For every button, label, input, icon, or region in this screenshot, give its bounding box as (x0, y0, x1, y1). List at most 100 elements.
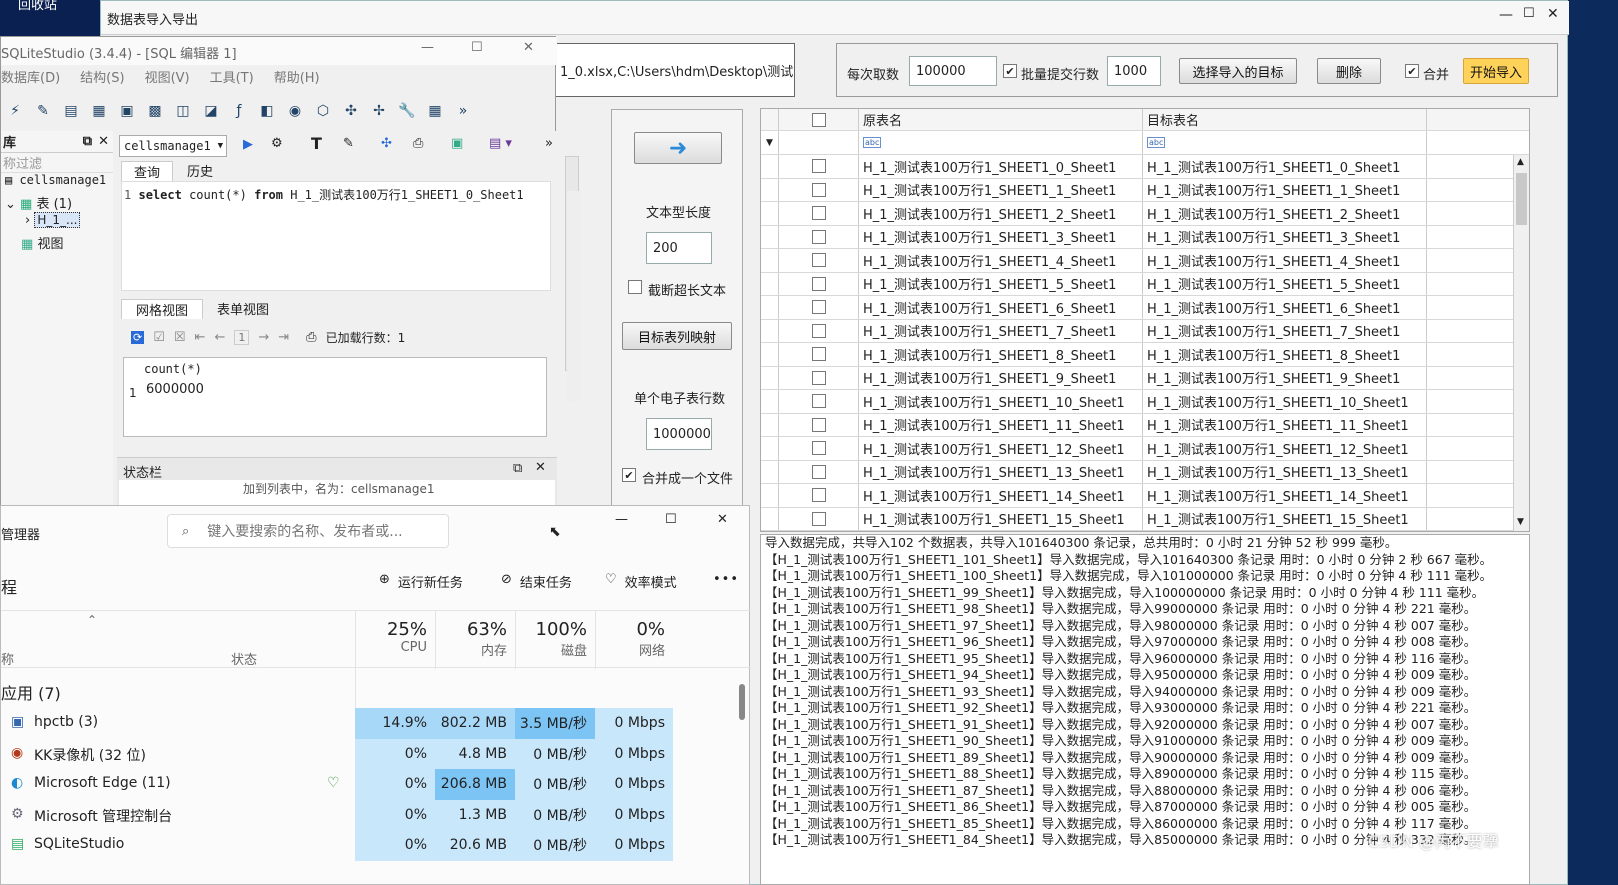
refresh-icon[interactable]: ⟳ (131, 330, 145, 344)
collation-icon[interactable]: ◧ (253, 98, 281, 124)
process-row[interactable]: ⚙ Microsoft 管理控制台 0% 1.3 MB 0 MB/秒 0 Mbps (1, 799, 751, 830)
close-icon[interactable]: ✕ (717, 512, 728, 527)
source-table-cell[interactable]: H_1_测试表100万行1_SHEET1_15_Sheet1 (859, 507, 1143, 530)
source-table-cell[interactable]: H_1_测试表100万行1_SHEET1_4_Sheet1 (859, 249, 1143, 272)
scroll-thumb[interactable] (1516, 173, 1527, 225)
page-number[interactable]: 1 (234, 329, 250, 345)
maximize-icon[interactable]: ☐ (665, 512, 677, 527)
minimize-icon[interactable]: — (615, 512, 628, 527)
run-task-button[interactable]: ⊕ 运行新任务 (379, 572, 463, 591)
target-table-cell[interactable]: H_1_测试表100万行1_SHEET1_3_Sheet1 (1143, 225, 1427, 248)
target-table-cell[interactable]: H_1_测试表100万行1_SHEET1_15_Sheet1 (1143, 507, 1427, 530)
merge-file-checkbox[interactable]: ✔ (622, 468, 636, 482)
source-table-cell[interactable]: H_1_测试表100万行1_SHEET1_5_Sheet1 (859, 272, 1143, 295)
tree-views[interactable]: ▦ 视图 (1, 233, 113, 253)
close-icon[interactable]: ✕ (535, 460, 546, 475)
source-table-cell[interactable]: H_1_测试表100万行1_SHEET1_9_Sheet1 (859, 366, 1143, 389)
row-checkbox[interactable] (811, 276, 826, 291)
minimize-icon[interactable]: — (421, 40, 434, 55)
index-icon[interactable]: ◪ (197, 98, 225, 124)
menu-help[interactable]: 帮助(H) (274, 67, 320, 89)
row-checkbox[interactable] (811, 464, 826, 479)
table-row[interactable]: H_1_测试表100万行1_SHEET1_11_Sheet1 H_1_测试表100… (761, 413, 1529, 437)
text-length-input[interactable]: 200 (646, 232, 712, 264)
filter-icon[interactable]: ▼ (761, 131, 779, 154)
sql-editor[interactable]: 1 select count(*) from H_1_测试表100万行1_SHE… (121, 181, 551, 291)
tm-scrollbar[interactable] (739, 684, 745, 720)
target-table-cell[interactable]: H_1_测试表100万行1_SHEET1_12_Sheet1 (1143, 437, 1427, 460)
prev-page-icon[interactable]: ← (214, 330, 225, 345)
result-column-header[interactable]: count(*) (144, 362, 202, 376)
table-row[interactable]: H_1_测试表100万行1_SHEET1_3_Sheet1 H_1_测试表100万… (761, 225, 1529, 249)
col-name[interactable]: 称 (1, 649, 14, 668)
execute-icon[interactable]: ▶ (243, 137, 253, 152)
source-table-cell[interactable]: H_1_测试表100万行1_SHEET1_12_Sheet1 (859, 437, 1143, 460)
extension-icon[interactable]: ◉ (281, 98, 309, 124)
source-table-cell[interactable]: H_1_测试表100万行1_SHEET1_13_Sheet1 (859, 460, 1143, 483)
text-filter-icon[interactable]: abc (863, 137, 882, 148)
tab-form-view[interactable]: 表单视图 (203, 299, 283, 319)
cascade-icon[interactable]: ✢ (365, 98, 393, 124)
table-row[interactable]: H_1_测试表100万行1_SHEET1_2_Sheet1 H_1_测试表100万… (761, 202, 1529, 226)
table-row[interactable]: H_1_测试表100万行1_SHEET1_1_Sheet1 H_1_测试表100万… (761, 178, 1529, 202)
group-row[interactable]: 应用 (7) (1, 668, 751, 708)
maximize-icon[interactable]: ☐ (1523, 6, 1535, 21)
format-icon[interactable]: T (311, 134, 322, 153)
select-all-checkbox[interactable] (811, 112, 826, 127)
table-row[interactable]: H_1_测试表100万行1_SHEET1_15_Sheet1 H_1_测试表100… (761, 507, 1529, 531)
more-options-button[interactable]: ••• (713, 572, 739, 587)
export-icon[interactable]: ▣ (451, 136, 463, 151)
end-task-button[interactable]: ⊘ 结束任务 (501, 572, 572, 591)
col-network[interactable]: 0% 网络 (595, 611, 673, 669)
print-icon[interactable]: ⎙ (413, 136, 423, 151)
row-checkbox[interactable] (811, 394, 826, 409)
column-mapping-button[interactable]: 目标表列映射 (622, 322, 732, 350)
target-table-cell[interactable]: H_1_测试表100万行1_SHEET1_7_Sheet1 (1143, 319, 1427, 342)
table-row[interactable]: H_1_测试表100万行1_SHEET1_8_Sheet1 H_1_测试表100万… (761, 343, 1529, 367)
table-row[interactable]: H_1_测试表100万行1_SHEET1_14_Sheet1 H_1_测试表100… (761, 484, 1529, 508)
target-table-cell[interactable]: H_1_测试表100万行1_SHEET1_0_Sheet1 (1143, 155, 1427, 178)
file-path-input[interactable]: 1_0.xlsx,C:\Users\hdm\Desktop\测试数 (553, 43, 795, 97)
row-checkbox[interactable] (811, 441, 826, 456)
db-tree-item[interactable]: ▤ cellsmanage1 (1, 173, 113, 193)
db-add-icon[interactable]: ▤ (57, 98, 85, 124)
tab-query[interactable]: 查询 (121, 161, 174, 181)
col-cpu[interactable]: 25% CPU (355, 611, 435, 669)
batch-size-input[interactable]: 1000 (1107, 56, 1161, 86)
rows-per-sheet-input[interactable]: 1000000 (646, 418, 712, 450)
tree-tables[interactable]: ⌄ ▦ 表 (1) (1, 193, 113, 213)
save-icon[interactable]: ▤ ▾ (489, 136, 512, 151)
layout-icon[interactable]: ▦ (421, 98, 449, 124)
tree-table-item[interactable]: › H_1_... (1, 212, 113, 233)
process-row[interactable]: ▤ SQLiteStudio 0% 20.6 MB 0 MB/秒 0 Mbps (1, 830, 751, 861)
source-table-cell[interactable]: H_1_测试表100万行1_SHEET1_3_Sheet1 (859, 225, 1143, 248)
db-select[interactable]: cellsmanage1 ▼ (119, 135, 227, 157)
close-icon[interactable]: ✕ (1547, 6, 1559, 22)
row-checkbox[interactable] (811, 253, 826, 268)
row-checkbox[interactable] (811, 488, 826, 503)
table-row[interactable]: H_1_测试表100万行1_SHEET1_0_Sheet1 H_1_测试表100万… (761, 155, 1529, 179)
float-icon[interactable]: ⧉ (83, 134, 92, 149)
target-table-cell[interactable]: H_1_测试表100万行1_SHEET1_2_Sheet1 (1143, 202, 1427, 225)
float-icon[interactable]: ⧉ (513, 461, 522, 476)
col-memory[interactable]: 63% 内存 (435, 611, 515, 669)
table-row[interactable]: H_1_测试表100万行1_SHEET1_10_Sheet1 H_1_测试表100… (761, 390, 1529, 414)
table-row[interactable]: H_1_测试表100万行1_SHEET1_5_Sheet1 H_1_测试表100万… (761, 272, 1529, 296)
source-table-cell[interactable]: H_1_测试表100万行1_SHEET1_14_Sheet1 (859, 484, 1143, 507)
row-checkbox[interactable] (811, 206, 826, 221)
menu-tools[interactable]: 工具(T) (210, 67, 254, 89)
db-filter-input[interactable]: 称过滤 (1, 153, 113, 173)
source-table-cell[interactable]: H_1_测试表100万行1_SHEET1_1_Sheet1 (859, 178, 1143, 201)
row-checkbox[interactable] (811, 370, 826, 385)
maximize-icon[interactable]: ☐ (471, 40, 483, 55)
tab-grid-view[interactable]: 网格视图 (121, 299, 204, 319)
target-table-cell[interactable]: H_1_测试表100万行1_SHEET1_5_Sheet1 (1143, 272, 1427, 295)
efficiency-mode-button[interactable]: ♡ 效率模式 (605, 572, 677, 591)
close-icon[interactable]: ✕ (523, 40, 534, 55)
grid-scrollbar[interactable]: ▲ ▼ (1513, 155, 1529, 531)
plug-icon[interactable]: ✎ (29, 98, 57, 124)
tab-history[interactable]: 历史 (173, 161, 227, 181)
source-table-cell[interactable]: H_1_测试表100万行1_SHEET1_0_Sheet1 (859, 155, 1143, 178)
taskmgr-search[interactable]: ⌕ 键入要搜索的名称、发布者或... (167, 514, 449, 548)
batch-checkbox[interactable]: ✔ (1003, 64, 1017, 78)
